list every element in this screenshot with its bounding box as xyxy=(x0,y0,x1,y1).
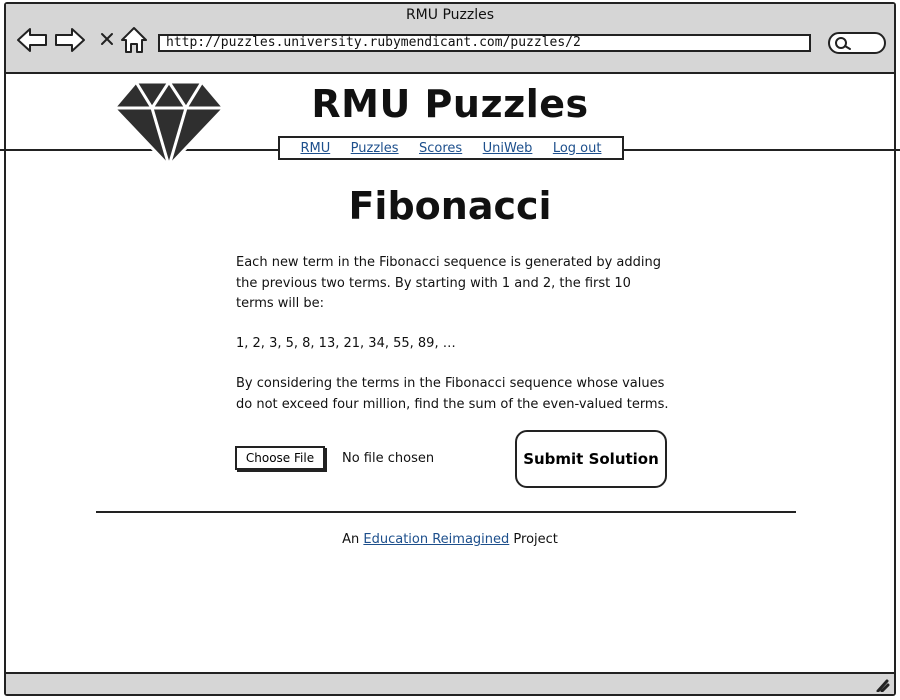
puzzle-title: Fibonacci xyxy=(348,184,552,228)
footer-prefix: An xyxy=(342,532,360,547)
back-arrow-icon[interactable] xyxy=(16,24,48,56)
site-title: RMU Puzzles xyxy=(311,82,589,126)
nav-link-rmu[interactable]: RMU xyxy=(300,141,330,156)
file-status-text: No file chosen xyxy=(342,451,435,466)
submit-solution-button[interactable]: Submit Solution xyxy=(515,430,667,488)
nav-link-logout[interactable]: Log out xyxy=(553,141,602,156)
status-bar xyxy=(6,672,894,694)
browser-toolbar: RMU Puzzles http://puzzles.university.ru… xyxy=(6,4,894,74)
resize-grip-icon[interactable] xyxy=(874,678,890,692)
forward-arrow-icon[interactable] xyxy=(54,24,86,56)
footer-divider xyxy=(96,511,796,513)
nav-link-uniweb[interactable]: UniWeb xyxy=(483,141,533,156)
search-icon xyxy=(835,37,851,50)
search-box[interactable] xyxy=(828,32,886,54)
window-title: RMU Puzzles xyxy=(405,7,495,23)
nav-link-scores[interactable]: Scores xyxy=(419,141,462,156)
fibonacci-sequence: 1, 2, 3, 5, 8, 13, 21, 34, 55, 89, … xyxy=(236,336,456,351)
choose-file-button[interactable]: Choose File xyxy=(235,446,325,470)
footer: An Education Reimagined Project xyxy=(6,532,894,547)
home-icon[interactable] xyxy=(118,24,150,56)
puzzle-question: By considering the terms in the Fibonacc… xyxy=(236,376,669,412)
address-bar[interactable]: http://puzzles.university.rubymendicant.… xyxy=(158,34,811,52)
puzzle-description: Each new term in the Fibonacci sequence … xyxy=(236,255,661,311)
nav-link-puzzles[interactable]: Puzzles xyxy=(351,141,399,156)
education-reimagined-link[interactable]: Education Reimagined xyxy=(363,532,509,547)
footer-suffix: Project xyxy=(513,532,558,547)
site-nav: RMU Puzzles Scores UniWeb Log out xyxy=(278,136,624,160)
page-content: RMU Puzzles RMU Puzzles Scores UniWeb Lo… xyxy=(0,74,900,672)
browser-window: RMU Puzzles http://puzzles.university.ru… xyxy=(0,2,900,696)
